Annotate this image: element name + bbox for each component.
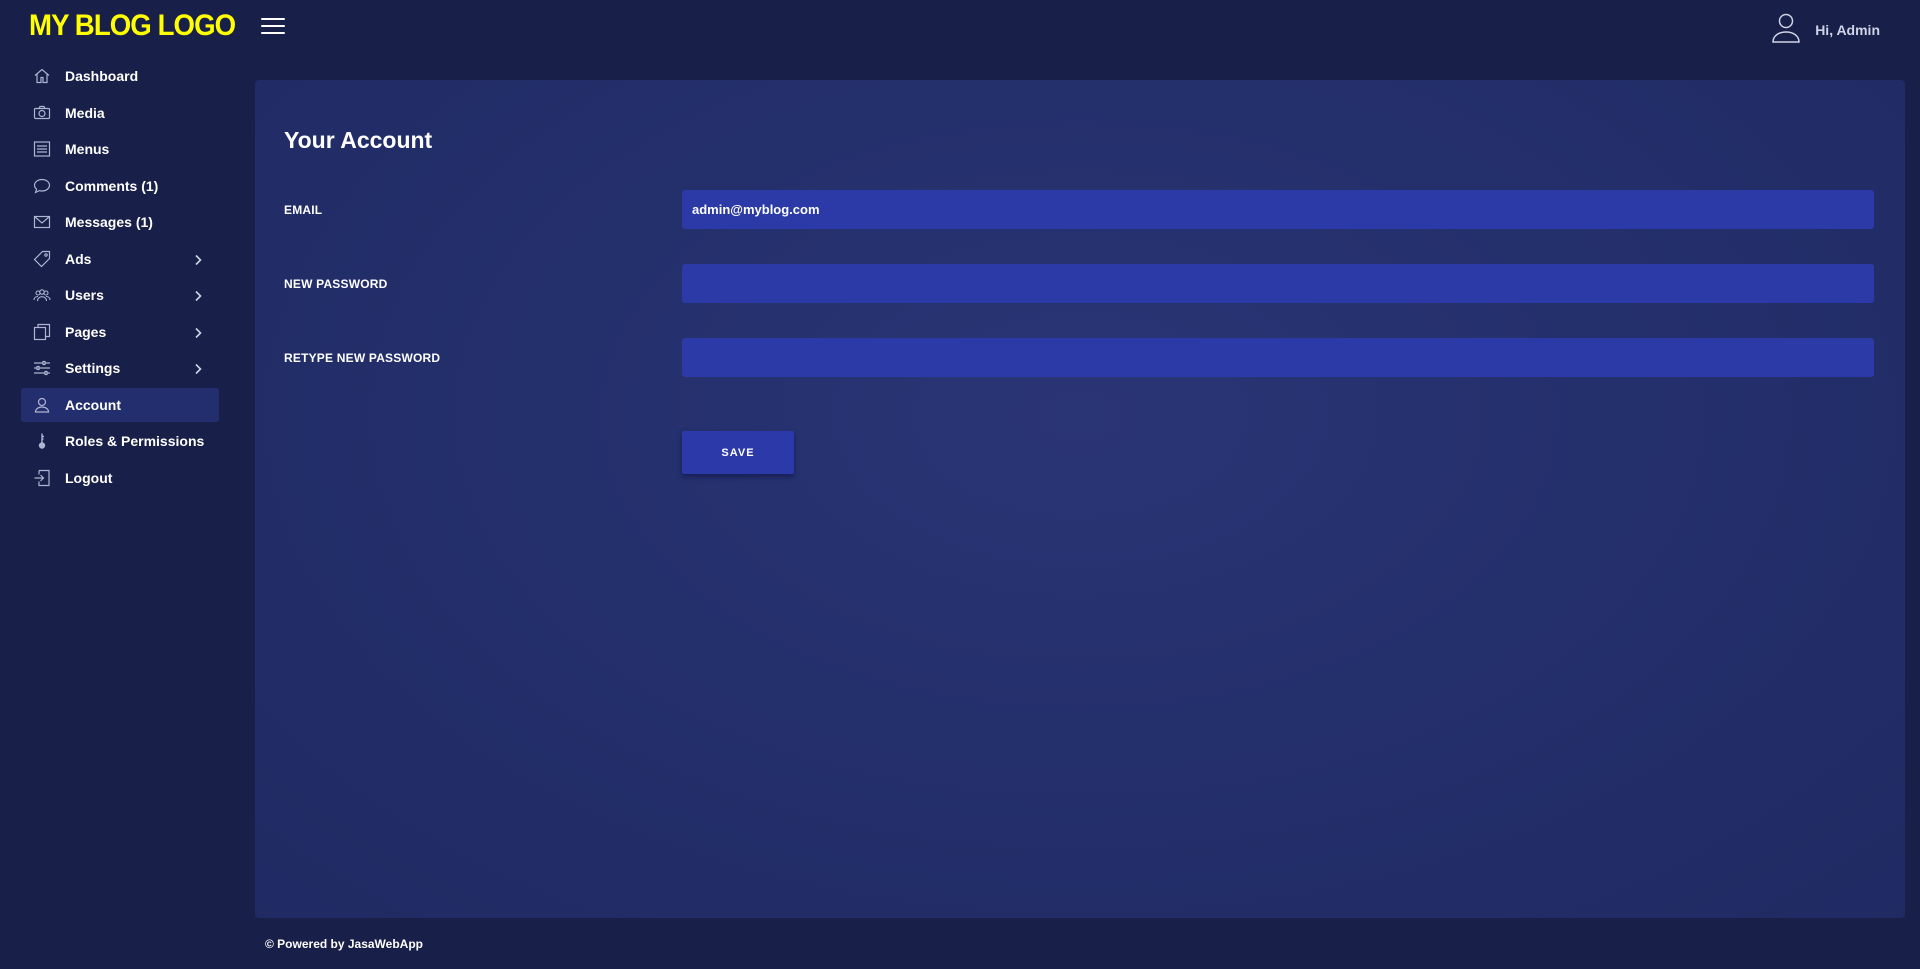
logout-icon <box>33 469 51 487</box>
account-card: Your Account EMAIL NEW PASSWORD RETYPE N… <box>255 80 1905 918</box>
sidebar-item-label: Pages <box>65 323 107 340</box>
comment-icon <box>33 177 51 195</box>
page-title: Your Account <box>284 127 433 153</box>
sidebar-item-roles-permissions[interactable]: Roles & Permissions <box>21 424 219 458</box>
tag-icon <box>33 250 51 268</box>
user-icon <box>33 396 51 414</box>
key-icon <box>33 432 51 450</box>
new-password-row: NEW PASSWORD <box>284 264 1874 304</box>
sidebar-item-comments[interactable]: Comments (1) <box>21 169 219 203</box>
save-button[interactable]: SAVE <box>682 431 794 474</box>
sidebar-item-label: Roles & Permissions <box>65 433 205 449</box>
sidebar-item-users[interactable]: Users <box>21 278 219 312</box>
home-icon <box>33 67 51 85</box>
sidebar-item-ads[interactable]: Ads <box>21 242 219 276</box>
chevron-right-icon <box>193 289 203 302</box>
sidebar-item-label: Settings <box>65 360 121 376</box>
retype-password-field[interactable] <box>682 338 1874 377</box>
users-icon <box>33 286 51 304</box>
sidebar-item-logout[interactable]: Logout <box>21 461 219 495</box>
chevron-right-icon <box>193 326 203 338</box>
sidebar-item-label: Messages (1) <box>65 214 153 230</box>
sidebar-item-media[interactable]: Media <box>21 96 219 130</box>
footer-credit: © Powered by JasaWebApp <box>265 937 423 951</box>
sidebar-item-pages[interactable]: Pages <box>21 315 219 349</box>
top-bar: Hi, Admin <box>240 0 1920 60</box>
sidebar-item-messages[interactable]: Messages (1) <box>21 205 219 239</box>
email-field[interactable] <box>682 190 1874 229</box>
sidebar-item-label: Ads <box>65 250 92 267</box>
sidebar-item-label: Users <box>65 287 104 303</box>
sidebar-item-label: Media <box>65 104 105 121</box>
sidebar-item-label: Account <box>65 396 121 413</box>
user-icon <box>1771 12 1801 49</box>
camera-icon <box>33 104 51 122</box>
new-password-label: NEW PASSWORD <box>284 277 388 291</box>
retype-password-label: RETYPE NEW PASSWORD <box>284 351 441 365</box>
sliders-icon <box>33 359 51 377</box>
chevron-right-icon <box>193 362 203 375</box>
email-row: EMAIL <box>284 190 1874 230</box>
sidebar-item-label: Comments (1) <box>65 177 159 194</box>
sidebar-item-dashboard[interactable]: Dashboard <box>21 59 219 93</box>
brand-logo[interactable]: MY BLOG LOGO <box>29 9 236 43</box>
sidebar-nav: Dashboard Media Menus Comments (1) Messa… <box>21 59 219 497</box>
sidebar-item-account[interactable]: Account <box>21 387 219 422</box>
sidebar-item-label: Logout <box>65 469 113 486</box>
list-icon <box>33 140 51 158</box>
sidebar-item-label: Menus <box>65 141 110 157</box>
hamburger-icon[interactable] <box>261 18 285 36</box>
sidebar-item-settings[interactable]: Settings <box>21 351 219 385</box>
retype-password-row: RETYPE NEW PASSWORD <box>284 338 1874 378</box>
user-menu[interactable]: Hi, Admin <box>1771 12 1880 48</box>
chevron-right-icon <box>193 253 203 265</box>
envelope-icon <box>33 213 51 231</box>
email-label: EMAIL <box>284 203 323 217</box>
sidebar-item-menus[interactable]: Menus <box>21 132 219 166</box>
user-greeting: Hi, Admin <box>1815 22 1880 38</box>
sidebar-item-label: Dashboard <box>65 68 139 84</box>
pages-icon <box>33 323 51 341</box>
new-password-field[interactable] <box>682 264 1874 303</box>
sidebar: MY BLOG LOGO Dashboard Media Menus Comme… <box>0 0 240 969</box>
